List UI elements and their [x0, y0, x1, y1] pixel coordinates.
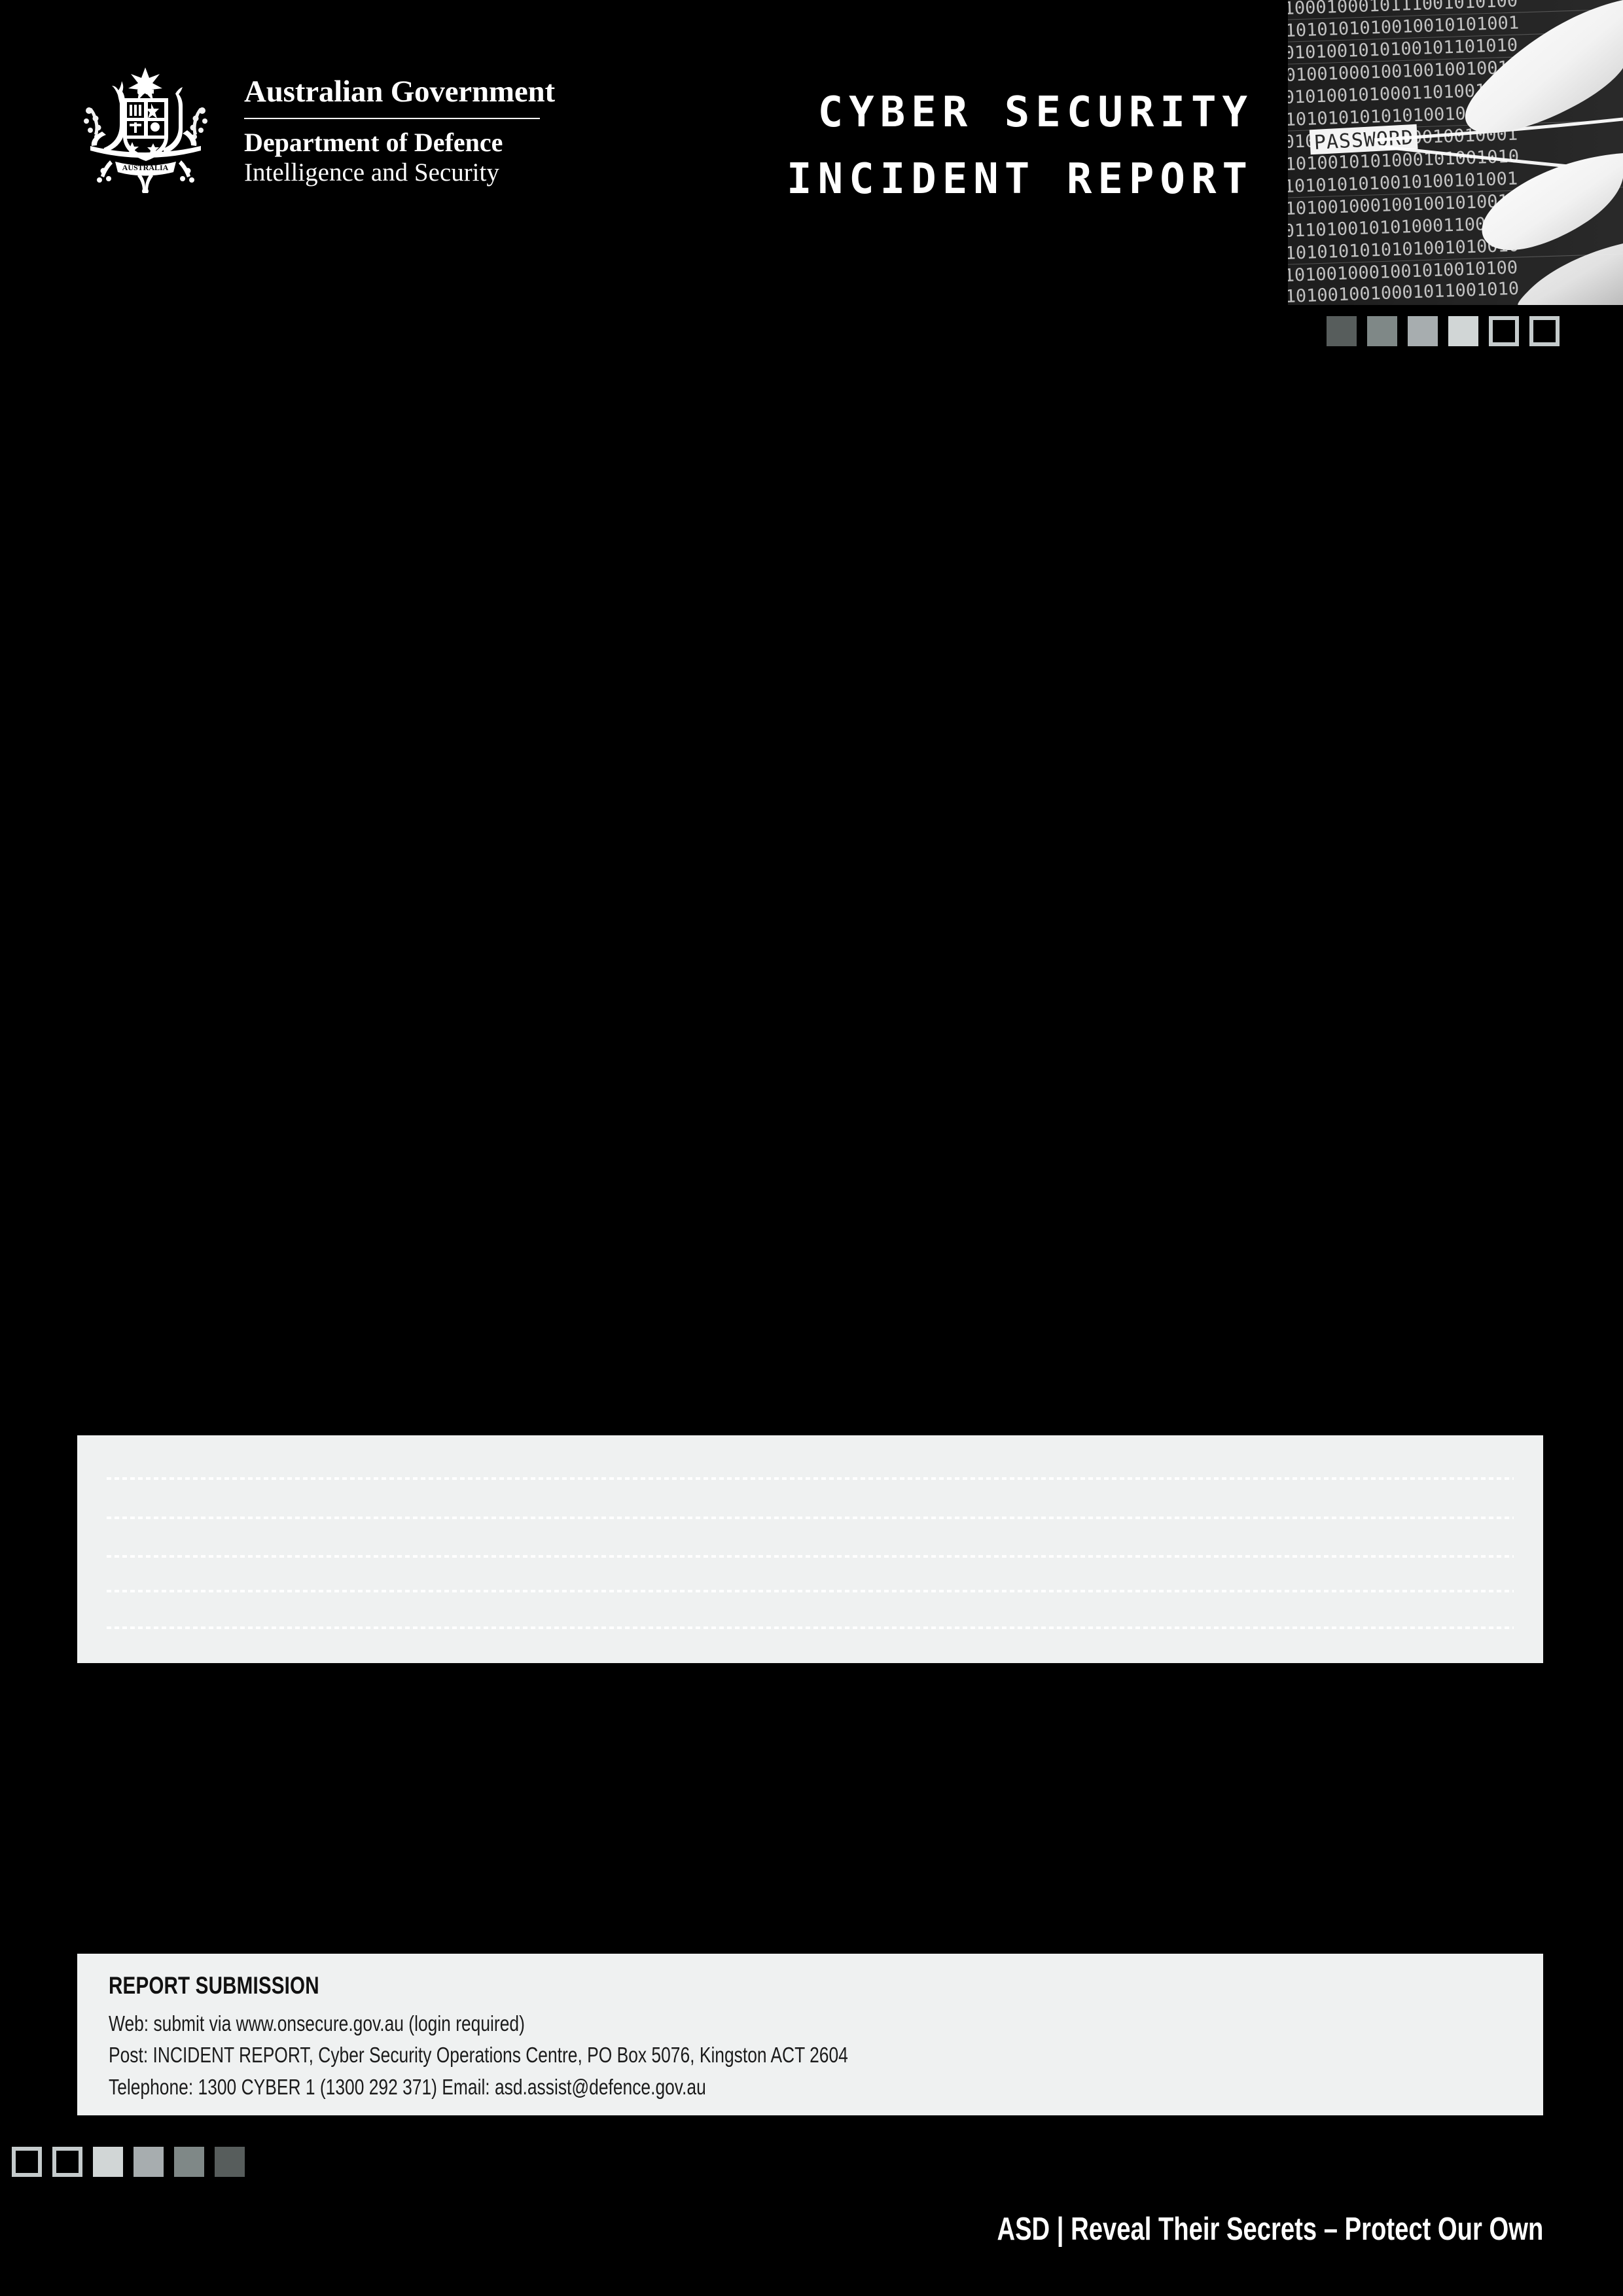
svg-text:AUSTRALIA: AUSTRALIA [122, 163, 169, 172]
square-swatch-b4 [134, 2147, 164, 2177]
submission-post-line: Post: INCIDENT REPORT, Cyber Security Op… [109, 2043, 848, 2068]
australian-government-branding: AUSTRALIA Australian Government Departme… [72, 62, 555, 193]
australian-coat-of-arms-icon: AUSTRALIA [84, 67, 207, 193]
report-submission-heading: REPORT SUBMISSION [109, 1972, 319, 1999]
australian-government-label: Australian Government [244, 75, 555, 109]
square-swatch-b3 [93, 2147, 123, 2177]
binary-code-password-image: 1000100010111001010100 10101010100100101… [1288, 0, 1623, 305]
square-swatch-6 [1529, 316, 1560, 346]
square-swatch-b5 [174, 2147, 204, 2177]
page-title-line-1: CYBER SECURITY [817, 88, 1253, 137]
square-swatch-b1 [12, 2147, 42, 2177]
square-swatch-b6 [215, 2147, 245, 2177]
incident-details-note-box[interactable] [77, 1435, 1543, 1663]
government-wordmark: Australian Government Department of Defe… [244, 62, 555, 187]
report-submission-panel: REPORT SUBMISSION Web: submit via www.on… [77, 1954, 1543, 2115]
page-title: CYBER SECURITY INCIDENT REPORT [638, 92, 1253, 200]
submission-web-line: Web: submit via www.onsecure.gov.au (log… [109, 2011, 525, 2036]
department-label: Department of Defence [244, 128, 503, 157]
asd-tagline: ASD | Reveal Their Secrets – Protect Our… [997, 2212, 1543, 2247]
square-swatch-b2 [52, 2147, 82, 2177]
note-rule-5 [107, 1626, 1514, 1629]
wordmark-divider [244, 118, 540, 119]
document-page: AUSTRALIA Australian Government Departme… [0, 0, 1623, 2296]
note-rule-1 [107, 1477, 1514, 1480]
page-header: AUSTRALIA Australian Government Departme… [0, 0, 1623, 346]
note-rule-2 [107, 1516, 1514, 1519]
note-rule-4 [107, 1590, 1514, 1592]
square-swatch-3 [1408, 316, 1438, 346]
note-rule-3 [107, 1555, 1514, 1558]
decorative-square-strip-bottom [12, 2147, 245, 2177]
square-swatch-1 [1327, 316, 1357, 346]
square-swatch-5 [1489, 316, 1519, 346]
page-title-line-2: INCIDENT REPORT [787, 155, 1253, 204]
square-swatch-2 [1367, 316, 1397, 346]
submission-contact-line: Telephone: 1300 CYBER 1 (1300 292 371) E… [109, 2074, 706, 2099]
decorative-square-strip-top [1327, 316, 1560, 346]
division-label: Intelligence and Security [244, 158, 499, 187]
square-swatch-4 [1448, 316, 1478, 346]
binary-code-password-icon: 1000100010111001010100 10101010100100101… [1288, 0, 1623, 305]
